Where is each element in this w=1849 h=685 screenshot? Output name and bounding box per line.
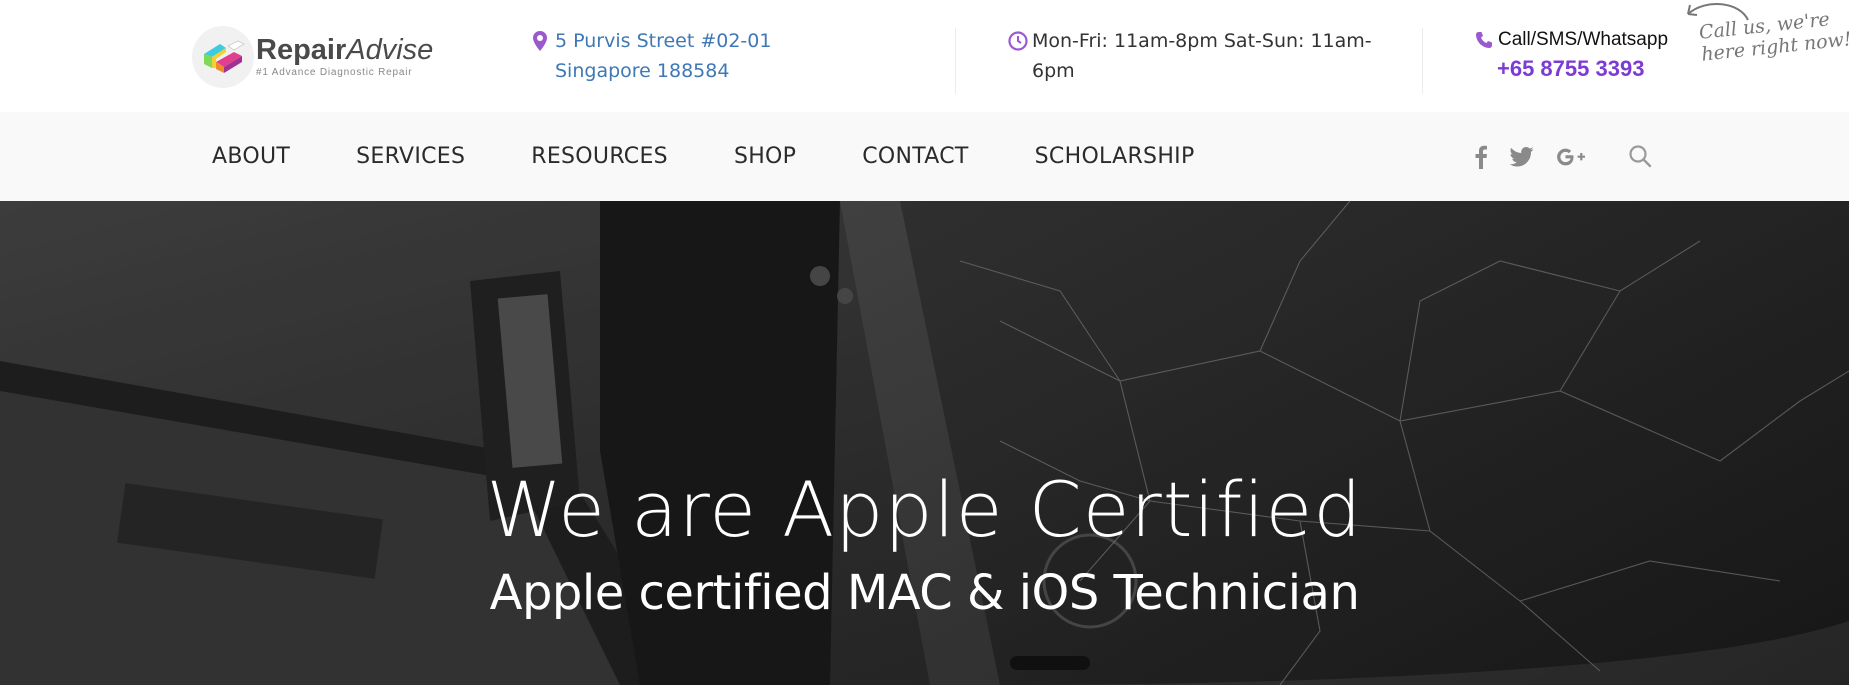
social-links: [1474, 112, 1608, 201]
nav-item-services[interactable]: SERVICES: [356, 144, 465, 169]
call-label: Call/SMS/Whatsapp: [1473, 26, 1683, 54]
callout-note: Call us, we're here right now!: [1676, 0, 1849, 90]
location-pin-icon: [532, 30, 548, 61]
main-nav: ABOUT SERVICES RESOURCES SHOP CONTACT SC…: [212, 112, 1261, 201]
clock-icon: [1008, 30, 1028, 60]
call-block: Call/SMS/Whatsapp +65 8755 3393: [1473, 26, 1683, 84]
twitter-icon[interactable]: [1510, 146, 1534, 167]
divider: [955, 28, 956, 94]
logo-name: RepairAdvise: [256, 36, 433, 65]
divider: [1422, 28, 1423, 94]
nav-item-shop[interactable]: SHOP: [734, 144, 796, 169]
nav-item-scholarship[interactable]: SCHOLARSHIP: [1035, 144, 1195, 169]
hours-text: Mon-Fri: 11am-8pm Sat-Sun: 11am-6pm: [1032, 30, 1372, 82]
hero-banner: We are Apple Certified Apple certified M…: [0, 201, 1849, 685]
nav-item-about[interactable]: ABOUT: [212, 144, 290, 169]
phone-icon: [1475, 30, 1493, 58]
site-logo[interactable]: RepairAdvise #1 Advance Diagnostic Repai…: [192, 22, 492, 92]
address-text: 5 Purvis Street #02-01 Singapore 188584: [555, 30, 772, 82]
opening-hours: Mon-Fri: 11am-8pm Sat-Sun: 11am-6pm: [1008, 26, 1378, 86]
search-icon[interactable]: [1628, 144, 1652, 173]
google-plus-icon[interactable]: [1556, 147, 1586, 167]
logo-tagline: #1 Advance Diagnostic Repair: [256, 67, 413, 78]
address-link[interactable]: 5 Purvis Street #02-01 Singapore 188584: [532, 26, 872, 86]
facebook-icon[interactable]: [1474, 145, 1488, 169]
logo-name-bold: Repair: [256, 34, 347, 66]
main-navbar: ABOUT SERVICES RESOURCES SHOP CONTACT SC…: [0, 112, 1849, 201]
hero-subtitle: Apple certified MAC & iOS Technician: [489, 565, 1360, 621]
logo-mark-icon: [192, 26, 254, 88]
top-info-bar: RepairAdvise #1 Advance Diagnostic Repai…: [0, 0, 1849, 112]
nav-item-contact[interactable]: CONTACT: [862, 144, 968, 169]
hero-title: We are Apple Certified: [486, 465, 1363, 554]
logo-name-italic: Advise: [346, 34, 434, 66]
call-label-text: Call/SMS/Whatsapp: [1498, 29, 1669, 50]
phone-number-link[interactable]: +65 8755 3393: [1497, 54, 1683, 84]
nav-item-resources[interactable]: RESOURCES: [531, 144, 668, 169]
